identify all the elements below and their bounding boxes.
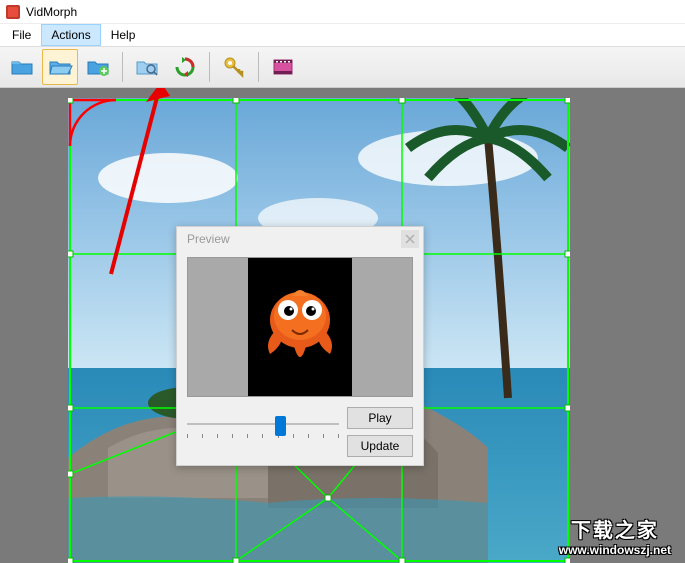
app-title: VidMorph — [26, 5, 77, 19]
menu-file[interactable]: File — [2, 24, 41, 46]
folder-open-icon — [47, 54, 73, 80]
folder-add-icon — [85, 54, 111, 80]
canvas-area: Preview — [0, 88, 685, 563]
tool-folder-3[interactable] — [80, 49, 116, 85]
preview-body: Play Update — [177, 251, 423, 463]
menu-actions[interactable]: Actions — [41, 24, 100, 46]
title-bar: VidMorph — [0, 0, 685, 24]
slider-track — [187, 423, 339, 425]
tool-refresh[interactable] — [167, 49, 203, 85]
folder-icon — [9, 54, 35, 80]
slider-ticks — [187, 434, 339, 438]
preview-buttons: Play Update — [347, 407, 413, 457]
film-icon — [270, 54, 296, 80]
tool-folder-search[interactable] — [129, 49, 165, 85]
refresh-icon — [172, 54, 198, 80]
menu-help[interactable]: Help — [101, 24, 146, 46]
close-button[interactable] — [401, 230, 419, 248]
close-icon — [405, 234, 415, 244]
watermark-line1: 下载之家 — [559, 514, 671, 543]
toolbar — [0, 46, 685, 88]
preview-dialog[interactable]: Preview — [176, 226, 424, 466]
tool-film[interactable] — [265, 49, 301, 85]
app-icon — [6, 5, 20, 19]
preview-controls: Play Update — [187, 407, 413, 457]
key-icon — [221, 54, 247, 80]
tool-folder-2[interactable] — [42, 49, 78, 85]
preview-slider[interactable] — [187, 418, 339, 446]
menu-bar: File Actions Help — [0, 24, 685, 46]
tool-folder-1[interactable] — [4, 49, 40, 85]
preview-title-bar[interactable]: Preview — [177, 227, 423, 251]
preview-title: Preview — [187, 232, 230, 246]
watermark: 下载之家 www.windowszj.net — [559, 514, 671, 557]
toolbar-separator — [209, 52, 210, 82]
update-button[interactable]: Update — [347, 435, 413, 457]
preview-image — [248, 258, 352, 396]
play-button[interactable]: Play — [347, 407, 413, 429]
toolbar-separator — [122, 52, 123, 82]
toolbar-separator — [258, 52, 259, 82]
preview-image-box — [187, 257, 413, 397]
slider-thumb[interactable] — [275, 416, 286, 436]
tool-key[interactable] — [216, 49, 252, 85]
folder-search-icon — [134, 54, 160, 80]
watermark-line2: www.windowszj.net — [559, 543, 671, 557]
